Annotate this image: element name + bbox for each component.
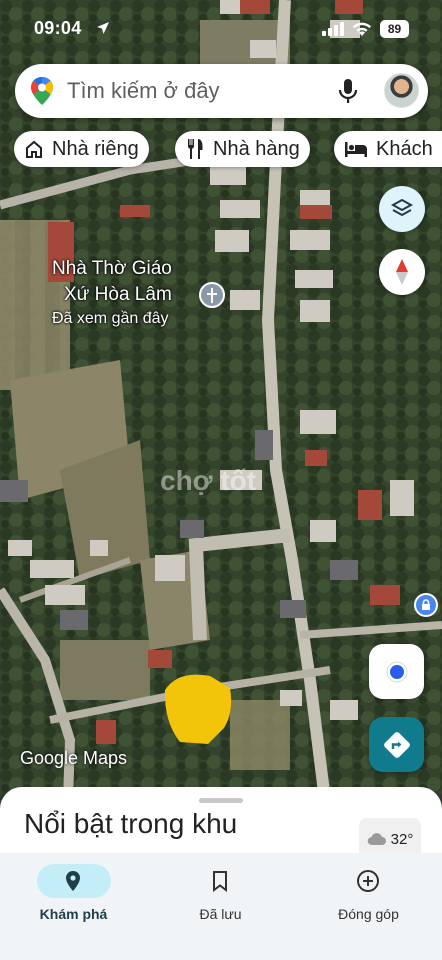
restaurant-icon (188, 139, 203, 159)
nav-tab-explore[interactable]: Khám phá (0, 853, 147, 960)
search-bar[interactable] (15, 64, 428, 118)
category-chips: Nhà riêng Nhà hàng Khách (0, 131, 442, 167)
directions-icon (383, 731, 410, 758)
compass-button[interactable] (379, 249, 425, 295)
place-name-line2: Xứ Hòa Lâm (64, 284, 172, 305)
chip-hotel[interactable]: Khách (334, 131, 442, 167)
search-input[interactable] (67, 78, 317, 104)
chip-hotel-label: Khách (376, 137, 433, 160)
bottom-navigation: Khám phá Đã lưu Đóng góp (0, 853, 442, 960)
poi-marker-icon[interactable] (414, 593, 438, 617)
wifi-icon (353, 22, 371, 36)
profile-avatar[interactable] (384, 73, 419, 108)
status-bar: 09:04 89 (0, 0, 442, 60)
bookmark-icon (213, 871, 227, 892)
place-label[interactable]: Nhà Thờ Giáo Xứ Hòa Lâm Đã xem gần đây (52, 256, 172, 330)
google-maps-pin-icon (31, 77, 53, 105)
weather-temperature: 32° (390, 830, 414, 848)
layers-icon (390, 198, 414, 217)
nav-label-contribute: Đóng góp (338, 906, 399, 922)
status-time: 09:04 (34, 18, 82, 38)
directions-button[interactable] (369, 717, 424, 772)
place-subtitle: Đã xem gần đây (52, 310, 169, 327)
my-location-button[interactable] (369, 644, 424, 699)
church-icon[interactable] (199, 282, 225, 308)
cloud-icon (367, 833, 386, 846)
add-circle-icon (357, 870, 379, 892)
chip-restaurant[interactable]: Nhà hàng (175, 131, 310, 167)
sheet-drag-handle[interactable] (199, 798, 243, 803)
location-arrow-icon (97, 22, 109, 34)
signal-icon (322, 22, 344, 36)
chip-restaurant-label: Nhà hàng (213, 137, 300, 160)
compass-icon (396, 259, 408, 285)
microphone-icon[interactable] (337, 77, 359, 105)
nav-label-saved: Đã lưu (199, 906, 242, 922)
chip-home[interactable]: Nhà riêng (14, 131, 149, 167)
nav-tab-contribute[interactable]: Đóng góp (295, 853, 442, 960)
hotel-icon (345, 142, 367, 157)
nav-tab-saved[interactable]: Đã lưu (147, 853, 294, 960)
google-maps-attribution: Google Maps (20, 748, 128, 768)
nav-label-explore: Khám phá (39, 906, 108, 922)
layers-button[interactable] (379, 186, 425, 232)
my-location-icon (386, 661, 407, 682)
home-icon (26, 140, 42, 158)
chip-home-label: Nhà riêng (52, 137, 139, 160)
battery-indicator: 89 (380, 20, 409, 38)
watermark: chợ tốt (160, 465, 257, 496)
place-name-line1: Nhà Thờ Giáo (52, 258, 172, 279)
explore-pin-icon (66, 871, 80, 891)
